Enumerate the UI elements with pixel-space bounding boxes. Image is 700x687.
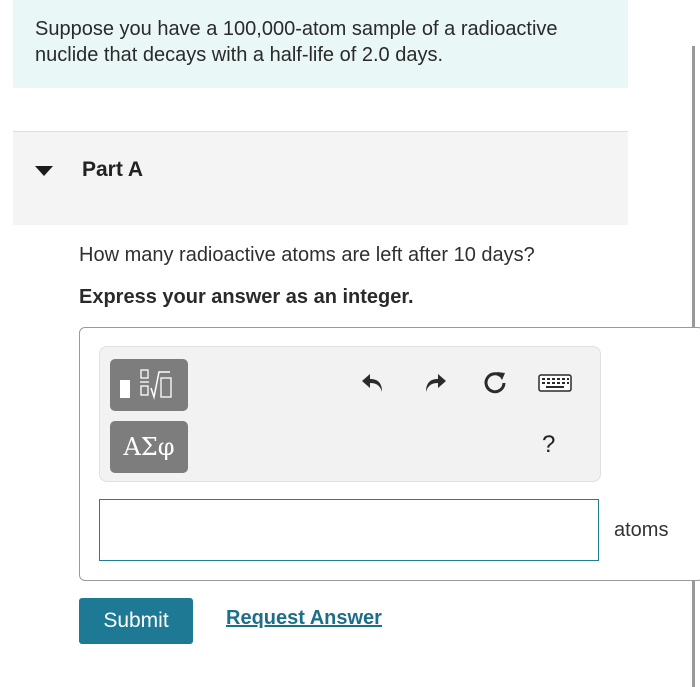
answer-area: ΑΣφ ? atoms [79,327,700,581]
answer-instruction: Express your answer as an integer. [79,286,414,308]
keyboard-button[interactable] [537,369,573,397]
answer-units: atoms [614,519,669,541]
problem-line-1: Suppose you have a 100,000-atom sample o… [35,18,558,40]
collapse-caret-icon[interactable] [35,166,53,176]
redo-button[interactable] [420,369,450,397]
answer-input[interactable] [99,499,599,561]
fraction-radical-template-icon [120,369,172,400]
question-text: How many radioactive atoms are left afte… [79,244,535,266]
redo-icon [426,374,446,392]
problem-statement: Suppose you have a 100,000-atom sample o… [13,0,628,88]
symbols-button[interactable]: ΑΣφ [110,421,188,473]
templates-button[interactable] [110,359,188,411]
undo-button[interactable] [358,369,388,397]
submit-label: Submit [103,609,169,632]
symbols-label: ΑΣφ [123,433,175,461]
part-title: Part A [82,158,144,181]
problem-line-2: nuclide that decays with a half-life of … [35,44,444,66]
math-toolbar: ΑΣφ ? [99,346,601,482]
help-button[interactable]: ? [542,431,555,459]
request-answer-link[interactable]: Request Answer [226,607,382,630]
keyboard-icon [538,374,572,392]
reset-icon [484,372,506,394]
part-header[interactable]: Part A [13,131,628,225]
undo-icon [362,374,382,392]
reset-button[interactable] [480,369,510,397]
submit-button[interactable]: Submit [79,598,193,644]
